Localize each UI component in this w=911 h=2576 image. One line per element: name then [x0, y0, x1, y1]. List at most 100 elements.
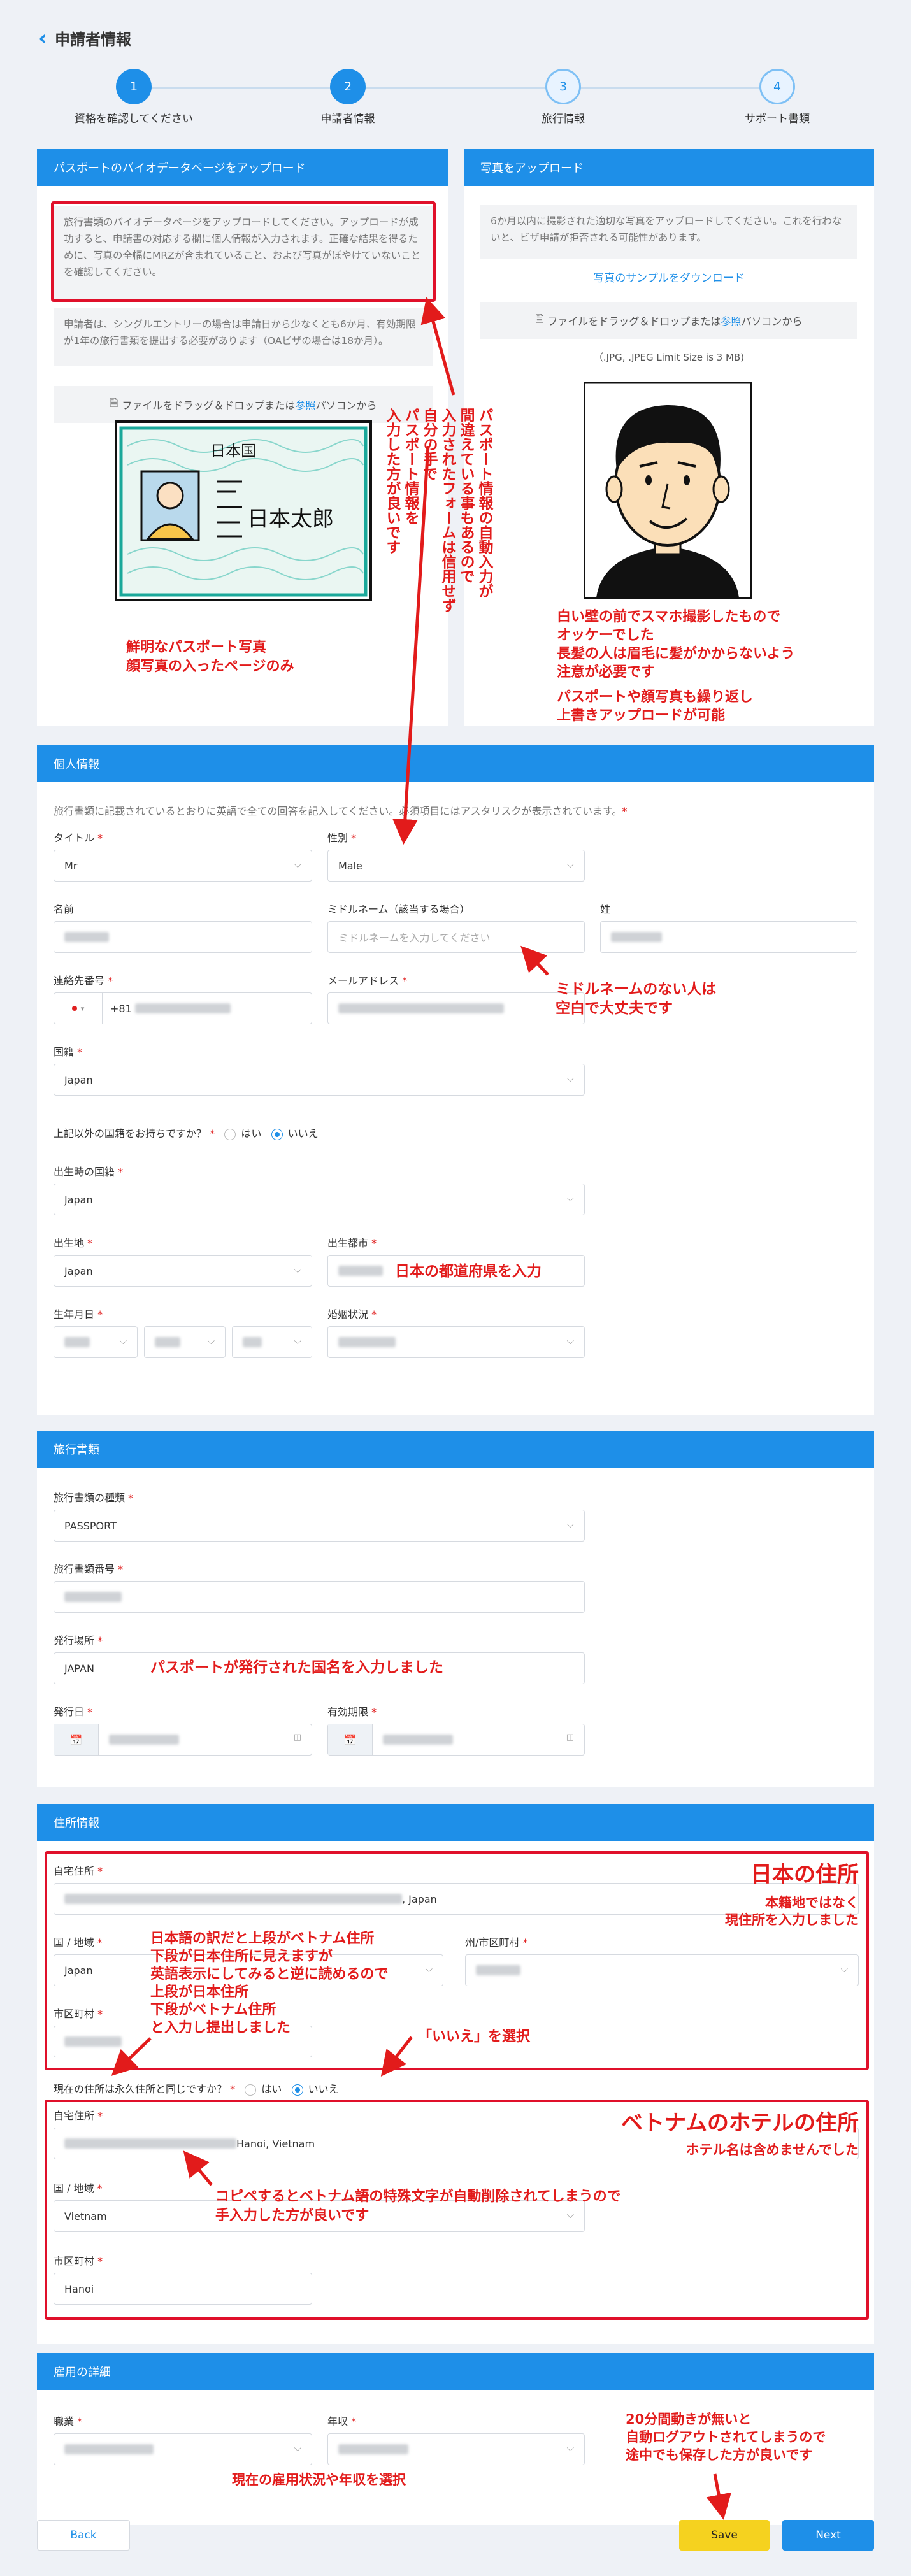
- annotation-vietnam-address-title: ベトナムのホテルの住所: [621, 2110, 859, 2136]
- annotation-line: 本籍地ではなく: [765, 1895, 859, 1910]
- birth-country-select[interactable]: Japan ⌵: [54, 1184, 585, 1215]
- doc-type-value: PASSPORT: [64, 1519, 117, 1532]
- required-asterisk: *: [118, 1563, 124, 1575]
- passport-drop-zone[interactable]: 🗎 ファイルをドラッグ＆ドロップまたは 参照 パソコンから: [54, 386, 433, 423]
- back-button[interactable]: Back: [37, 2520, 130, 2551]
- marital-label: 婚姻状況 *: [327, 1306, 377, 1321]
- country-flag-select[interactable]: ▾: [54, 993, 103, 1024]
- middle-name-input[interactable]: ミドルネームを入力してください: [327, 921, 585, 953]
- step-1-circle[interactable]: 1: [116, 69, 152, 104]
- birth-country-label: 出生時の国籍 *: [54, 1163, 123, 1178]
- employment-header: 雇用の詳細: [37, 2353, 874, 2390]
- annotation-photo-tip: 白い壁の前でスマホ撮影したもので オッケーでした 長髪の人は眉毛に髪がかからない…: [557, 608, 795, 682]
- passport-drop-suffix: パソコンから: [315, 399, 377, 411]
- income-select[interactable]: ⌵: [327, 2433, 585, 2465]
- email-input[interactable]: [327, 992, 585, 1024]
- save-button[interactable]: Save: [679, 2520, 770, 2551]
- step-3-circle[interactable]: 3: [545, 69, 581, 104]
- doc-number-input[interactable]: [54, 1581, 585, 1613]
- photo-browse-link[interactable]: 参照: [721, 313, 741, 328]
- redacted-text: [338, 1337, 396, 1347]
- annotation-line: 顔写真の入ったページのみ: [126, 659, 294, 675]
- chevron-down-icon: ⌵: [566, 859, 574, 870]
- step-4-label: サポート書類: [745, 113, 810, 125]
- first-name-input[interactable]: [54, 921, 312, 953]
- birthplace-value: Japan: [64, 1264, 93, 1277]
- redacted-text: [134, 1003, 231, 1013]
- radio-yes[interactable]: [245, 2084, 257, 2096]
- photo-drop-zone[interactable]: 🗎 ファイルをドラッグ＆ドロップまたは 参照 パソコンから: [480, 302, 857, 339]
- step-1-label: 資格を確認してください: [75, 113, 193, 125]
- photo-drop-prefix: ファイルをドラッグ＆ドロップまたは: [547, 315, 721, 327]
- redacted-text: [109, 1735, 179, 1745]
- gender-select[interactable]: Male ⌵: [327, 850, 585, 882]
- radio-no[interactable]: [271, 1128, 283, 1140]
- annotation-auto-fill: パスポート情報の自動入力が 間違えている事もあるので 入力されたフォームは信用せ…: [382, 408, 493, 662]
- job-select[interactable]: ⌵: [54, 2433, 312, 2465]
- chevron-down-icon: ⌵: [294, 2442, 301, 2454]
- other-nationality-question: 上記以外の国籍をお持ちですか？ * はい いいえ: [54, 1125, 319, 1140]
- annotation-line: 注意が必要です: [557, 664, 656, 680]
- annotation-birth-city: 日本の都道府県を入力: [395, 1263, 542, 1280]
- required-asterisk: *: [371, 1706, 377, 1718]
- birth-city-label-text: 出生都市: [327, 1237, 369, 1249]
- nationality-select[interactable]: Japan ⌵: [54, 1064, 585, 1096]
- redacted-text: [64, 2444, 154, 2454]
- required-asterisk: *: [77, 2415, 83, 2428]
- back-chevron-icon[interactable]: ‹: [38, 27, 47, 49]
- required-asterisk: *: [108, 975, 113, 987]
- passport-sample-country: 日本国: [210, 442, 256, 460]
- photo-sample-link[interactable]: 写真のサンプルをダウンロード: [480, 269, 857, 285]
- annotation-line: 白い壁の前でスマホ撮影したもので: [557, 609, 781, 625]
- redacted-text: [383, 1735, 453, 1745]
- issue-date-label: 発行日 *: [54, 1703, 92, 1719]
- phone-input[interactable]: ▾ +81: [54, 992, 312, 1024]
- chevron-down-icon: ⌵: [294, 859, 301, 870]
- annotation-line: ミドルネームのない人は: [556, 981, 717, 998]
- step-2-circle[interactable]: 2: [330, 69, 366, 104]
- annotation-vietnam-address-note: ホテル名は含めませんでした: [685, 2142, 859, 2157]
- next-button[interactable]: Next: [782, 2520, 874, 2551]
- chevron-down-icon: ⌵: [566, 1519, 574, 1530]
- doc-type-select[interactable]: PASSPORT ⌵: [54, 1510, 585, 1542]
- dob-year-select[interactable]: ⌵: [232, 1326, 312, 1358]
- personal-intro: 旅行書類に記載されているとおりに英語で全ての回答を記入してください。必須項目には…: [54, 803, 627, 818]
- title-select[interactable]: Mr ⌵: [54, 850, 312, 882]
- annotation-line: 途中でも保存した方が良いです: [626, 2447, 813, 2463]
- radio-yes[interactable]: [224, 1128, 236, 1140]
- redacted-text: [338, 2444, 408, 2454]
- chevron-down-icon: ⌵: [566, 1192, 574, 1204]
- issue-date-input[interactable]: 📅 ◫: [54, 1724, 312, 1756]
- annotation-line: パスポート情報を: [402, 408, 419, 525]
- dob-day-select[interactable]: ⌵: [54, 1326, 138, 1358]
- chevron-down-icon: ▾: [80, 1004, 85, 1013]
- file-icon: 🗎: [535, 312, 544, 325]
- passport-browse-link[interactable]: 参照: [295, 397, 315, 412]
- email-label-text: メールアドレス: [327, 975, 399, 987]
- step-4-circle[interactable]: 4: [759, 69, 795, 104]
- radio-no[interactable]: [291, 2084, 303, 2096]
- doc-number-label-text: 旅行書類番号: [54, 1563, 115, 1575]
- annotation-line: 長髪の人は眉毛に髪がかからないよう: [557, 646, 795, 662]
- title-select-value: Mr: [64, 859, 78, 872]
- expiry-date-input[interactable]: 📅 ◫: [327, 1724, 585, 1756]
- required-asterisk: *: [210, 1127, 215, 1140]
- calendar-icon[interactable]: 📅: [54, 1724, 99, 1755]
- title-label: タイトル *: [54, 829, 103, 845]
- annotation-line: 空白で大丈夫です: [556, 1000, 673, 1017]
- chevron-down-icon: ⌵: [119, 1335, 127, 1347]
- radio-no-label: いいえ: [287, 1127, 319, 1140]
- issue-date-label-text: 発行日: [54, 1706, 85, 1718]
- birthplace-select[interactable]: Japan ⌵: [54, 1255, 312, 1287]
- calendar-icon[interactable]: 📅: [328, 1724, 373, 1755]
- annotation-line: 入力されたフォームは信用せず: [439, 408, 456, 613]
- last-name-input[interactable]: [600, 921, 857, 953]
- stepper-line: [134, 87, 777, 89]
- annotation-line: 下段がベトナム住所: [150, 2002, 276, 2018]
- dob-month-select[interactable]: ⌵: [144, 1326, 226, 1358]
- required-asterisk: *: [97, 832, 103, 844]
- required-asterisk: *: [87, 1237, 93, 1249]
- marital-select[interactable]: ⌵: [327, 1326, 585, 1358]
- redacted-text: [338, 1003, 504, 1013]
- annotation-line: 自分の手で: [420, 408, 437, 481]
